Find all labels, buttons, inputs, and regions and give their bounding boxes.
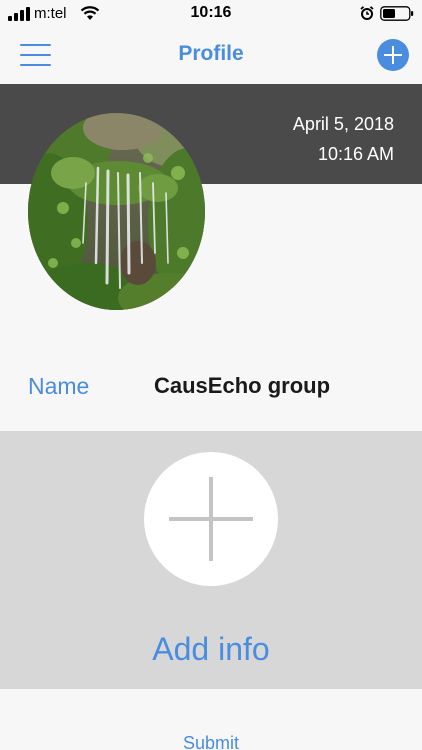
add-button[interactable] (377, 39, 409, 71)
navigation-bar: Profile (0, 28, 422, 84)
avatar[interactable] (28, 113, 205, 310)
name-label: Name (28, 373, 90, 399)
add-info-panel[interactable]: Add info (0, 431, 422, 689)
add-info-label[interactable]: Add info (0, 631, 422, 668)
status-clock: 10:16 (190, 4, 232, 21)
plus-icon (384, 46, 402, 64)
page-title: Profile (178, 42, 244, 65)
alarm-icon (360, 6, 374, 20)
submit-button[interactable]: Submit (0, 733, 422, 750)
header-date: April 5, 2018 (292, 114, 394, 134)
battery-icon (380, 6, 414, 21)
add-info-button[interactable] (144, 452, 278, 586)
name-value: CausEcho group (154, 373, 331, 398)
waterfall-photo (28, 113, 205, 310)
status-bar: m:tel 10:16 (0, 0, 422, 28)
header-time: 10:16 AM (317, 144, 394, 164)
